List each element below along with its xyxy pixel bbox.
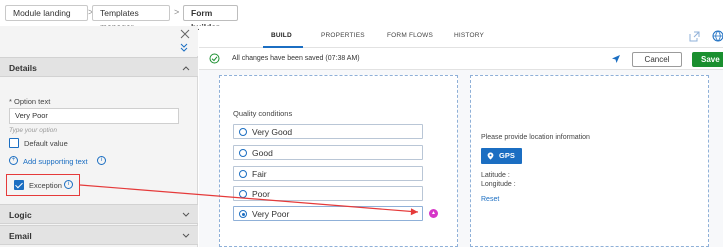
annotation-arrow-head — [410, 208, 418, 216]
annotation-arrow-line — [79, 184, 419, 213]
annotation-arrow-overlay — [79, 184, 419, 216]
